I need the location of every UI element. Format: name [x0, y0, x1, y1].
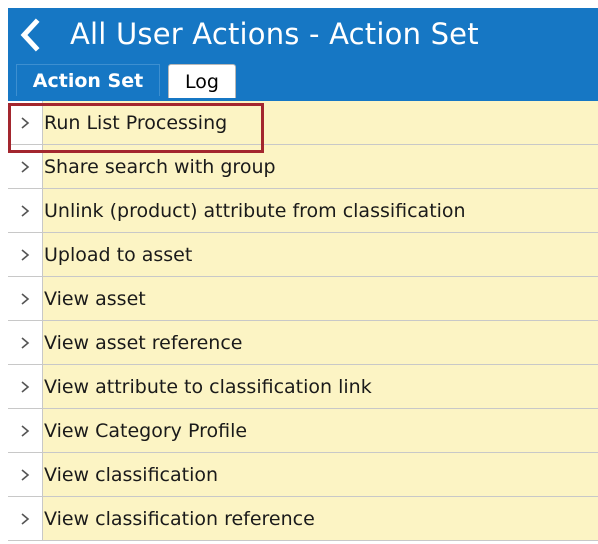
window-title: All User Actions - Action Set: [70, 17, 479, 51]
chevron-right-icon[interactable]: [20, 292, 30, 306]
chevron-right-icon[interactable]: [20, 248, 30, 262]
list-item-label: View asset reference: [44, 332, 243, 354]
chevron-right-icon[interactable]: [20, 380, 30, 394]
list-item-label: View classification reference: [44, 508, 315, 530]
list-item[interactable]: Run List Processing: [8, 101, 598, 145]
list-item-label: View attribute to classification link: [44, 376, 372, 398]
list-item[interactable]: Unlink (product) attribute from classifi…: [8, 189, 598, 233]
row-gutter: [8, 321, 43, 365]
list-item[interactable]: Share search with group: [8, 145, 598, 189]
list-item-label: View classification: [44, 464, 219, 486]
app-window: All User Actions - Action Set Action Set…: [8, 8, 598, 544]
list-item-label: Unlink (product) attribute from classifi…: [44, 200, 466, 222]
row-gutter: [8, 277, 43, 321]
row-gutter: [8, 497, 43, 541]
chevron-right-icon[interactable]: [20, 424, 30, 438]
row-gutter: [8, 453, 43, 497]
row-gutter: [8, 409, 43, 453]
chevron-right-icon[interactable]: [20, 512, 30, 526]
chevron-right-icon[interactable]: [20, 468, 30, 482]
row-gutter: [8, 101, 43, 145]
list-item[interactable]: View asset reference: [8, 321, 598, 365]
list-item-label: View asset: [44, 288, 146, 310]
tab-log[interactable]: Log: [168, 64, 236, 100]
list-item[interactable]: View attribute to classification link: [8, 365, 598, 409]
row-gutter: [8, 365, 43, 409]
row-gutter: [8, 233, 43, 277]
list-item[interactable]: View Category Profile: [8, 409, 598, 453]
chevron-right-icon[interactable]: [20, 204, 30, 218]
list-item-label: Share search with group: [44, 156, 276, 178]
row-gutter: [8, 189, 43, 233]
list-item[interactable]: View classification reference: [8, 497, 598, 541]
list-item-label: Run List Processing: [44, 112, 228, 134]
tab-action-set[interactable]: Action Set: [16, 64, 160, 96]
action-list: Run List Processing Share search with gr…: [8, 101, 598, 544]
chevron-right-icon[interactable]: [20, 116, 30, 130]
tab-bar: Action Set Log: [8, 62, 598, 100]
row-gutter: [8, 145, 43, 189]
list-item-label: View Category Profile: [44, 420, 248, 442]
list-item[interactable]: View classification: [8, 453, 598, 497]
chevron-right-icon[interactable]: [20, 336, 30, 350]
list-item-label: Upload to asset: [44, 244, 193, 266]
chevron-right-icon[interactable]: [20, 160, 30, 174]
list-item[interactable]: View asset: [8, 277, 598, 321]
title-bar: All User Actions - Action Set: [8, 8, 598, 62]
list-item[interactable]: Upload to asset: [8, 233, 598, 277]
chevron-left-icon[interactable]: [16, 18, 44, 52]
